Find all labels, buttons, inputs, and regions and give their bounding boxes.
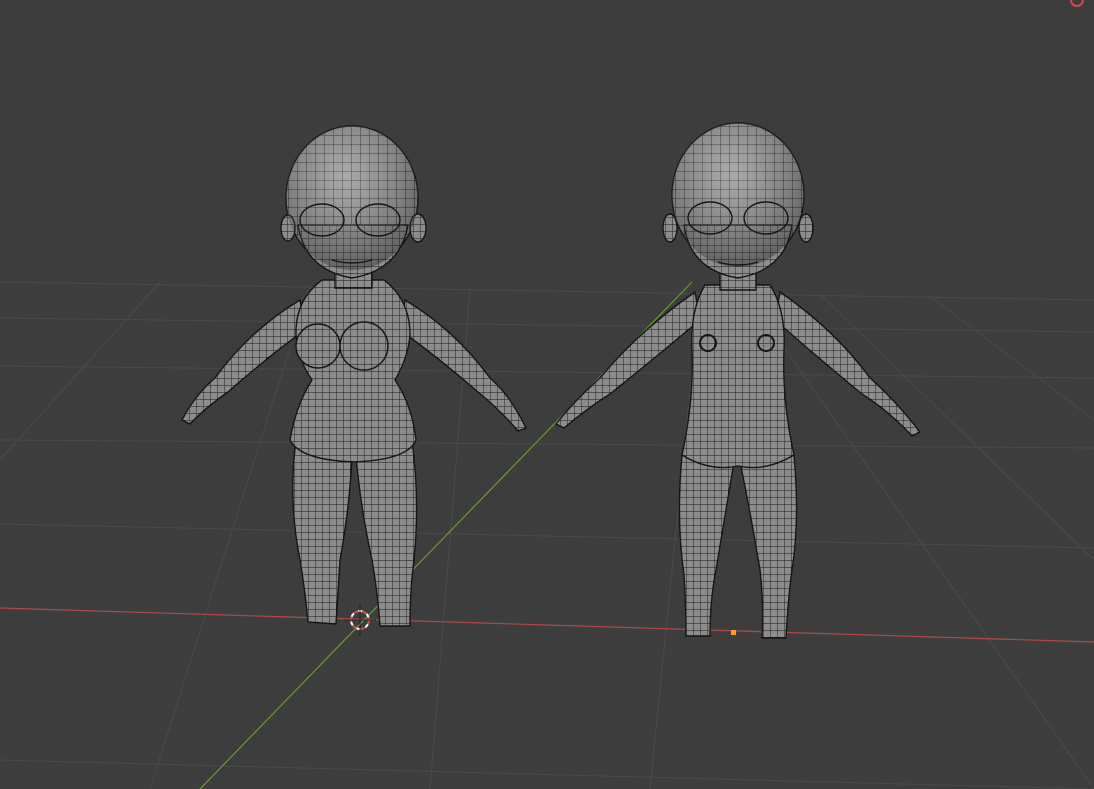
object-origin-dot[interactable]: [731, 630, 736, 635]
x-axis-line: [0, 607, 1094, 643]
mesh-chibi-male[interactable]: [554, 122, 922, 639]
mesh-chibi-female[interactable]: [181, 125, 527, 627]
record-indicator-icon[interactable]: [1070, 0, 1084, 7]
3d-cursor-icon[interactable]: [344, 604, 376, 636]
3d-viewport[interactable]: [0, 0, 1094, 789]
viewport-canvas: [0, 0, 1094, 789]
floor-grid: [0, 281, 1094, 789]
